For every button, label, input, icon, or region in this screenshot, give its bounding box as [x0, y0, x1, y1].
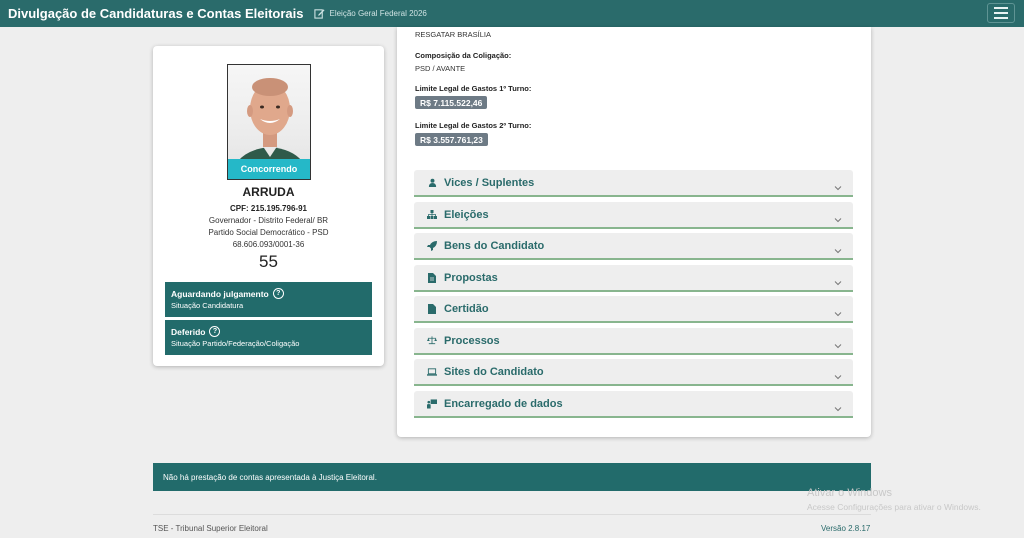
footer-divider [153, 514, 871, 515]
party-status-subtitle: Situação Partido/Federação/Coligação [171, 339, 300, 348]
chevron-down-icon [834, 305, 842, 317]
candidacy-status-box: Aguardando julgamento ? Situação Candida… [165, 282, 372, 317]
footer-org: TSE - Tribunal Superior Eleitoral [153, 524, 268, 533]
menu-bar-icon [994, 12, 1008, 14]
accordion-label: Eleições [444, 208, 489, 221]
coalition-name: RESGATAR BRASÍLIA [415, 30, 491, 39]
org-chart-icon [427, 210, 437, 220]
candidate-photo: Concorrendo [227, 64, 311, 180]
menu-bar-icon [994, 7, 1008, 9]
coalition-value: PSD / AVANTE [415, 64, 466, 73]
help-icon[interactable]: ? [272, 288, 284, 299]
election-label[interactable]: Eleição Geral Federal 2026 [329, 9, 426, 18]
menu-bar-icon [994, 17, 1008, 19]
accordion-encarregado-dados[interactable]: Encarregado de dados [414, 391, 853, 418]
file-icon [427, 303, 437, 314]
candidate-card: Concorrendo ARRUDA CPF: 215.195.796-91 G… [153, 46, 384, 366]
spending-limit-1-label: Limite Legal de Gastos 1º Turno: [415, 84, 532, 93]
party-status-title: Deferido [171, 326, 206, 337]
chevron-down-icon [834, 179, 842, 191]
rocket-icon [427, 240, 437, 251]
candidate-name: ARRUDA [242, 185, 295, 199]
accordion-eleicoes[interactable]: Eleições [414, 202, 853, 229]
chevron-down-icon [834, 242, 842, 254]
accounts-notice: Não há prestação de contas apresentada à… [153, 463, 871, 491]
person-icon [427, 178, 437, 188]
top-navbar: Divulgação de Candidaturas e Contas Elei… [0, 0, 1024, 27]
candidate-number: 55 [259, 252, 278, 271]
accordion-sites-candidato[interactable]: Sites do Candidato [414, 359, 853, 386]
data-officer-icon [427, 398, 437, 409]
app-title[interactable]: Divulgação de Candidaturas e Contas Elei… [8, 6, 303, 21]
accordion-bens-candidato[interactable]: Bens do Candidato [414, 233, 853, 260]
accordion-label: Sites do Candidato [444, 365, 544, 378]
candidacy-status-subtitle: Situação Candidatura [171, 301, 244, 310]
candidacy-status-title: Aguardando julgamento [171, 288, 269, 299]
scale-icon [427, 336, 437, 346]
accordion-vices-suplentes[interactable]: Vices / Suplentes [414, 170, 853, 197]
candidate-status-pill: Concorrendo [228, 159, 310, 179]
chevron-down-icon [834, 400, 842, 412]
windows-watermark-title: Ativar o Windows [807, 487, 892, 499]
accordion-label: Vices / Suplentes [444, 176, 535, 189]
chevron-down-icon [834, 274, 842, 286]
accordion-label: Processos [444, 334, 500, 347]
candidate-party: Partido Social Democrático - PSD [208, 228, 329, 237]
spending-limit-2-label: Limite Legal de Gastos 2º Turno: [415, 121, 532, 130]
candidate-cpf: CPF: 215.195.796-91 [230, 204, 307, 213]
accordion-certidao[interactable]: Certidão [414, 296, 853, 323]
chevron-down-icon [834, 337, 842, 349]
accordion-label: Encarregado de dados [444, 397, 563, 410]
edit-icon[interactable] [314, 8, 326, 19]
chevron-down-icon [834, 368, 842, 380]
spending-limit-2-badge: R$ 3.557.761,23 [415, 133, 488, 146]
accordion-propostas[interactable]: Propostas [414, 265, 853, 292]
windows-watermark-subtitle: Acesse Configurações para ativar o Windo… [807, 502, 981, 512]
coalition-label: Composição da Coligação: [415, 51, 512, 60]
accordion-label: Certidão [444, 302, 489, 315]
document-icon [427, 272, 437, 283]
accordion-label: Bens do Candidato [444, 239, 545, 252]
candidate-office: Governador - Distrito Federal/ BR [208, 216, 329, 225]
help-icon[interactable]: ? [209, 326, 221, 337]
party-cnpj: 68.606.093/0001-36 [232, 240, 305, 249]
accordion-label: Propostas [444, 271, 498, 284]
footer-version[interactable]: Versão 2.8.17 [821, 524, 870, 533]
chevron-down-icon [834, 211, 842, 223]
accordion-processos[interactable]: Processos [414, 328, 853, 355]
spending-limit-1-badge: R$ 7.115.522,46 [415, 96, 488, 109]
laptop-icon [427, 367, 437, 377]
hamburger-menu-button[interactable] [987, 3, 1015, 23]
candidate-details-card: RESGATAR BRASÍLIA Composição da Coligaçã… [397, 27, 871, 437]
party-status-box: Deferido ? Situação Partido/Federação/Co… [165, 320, 372, 355]
